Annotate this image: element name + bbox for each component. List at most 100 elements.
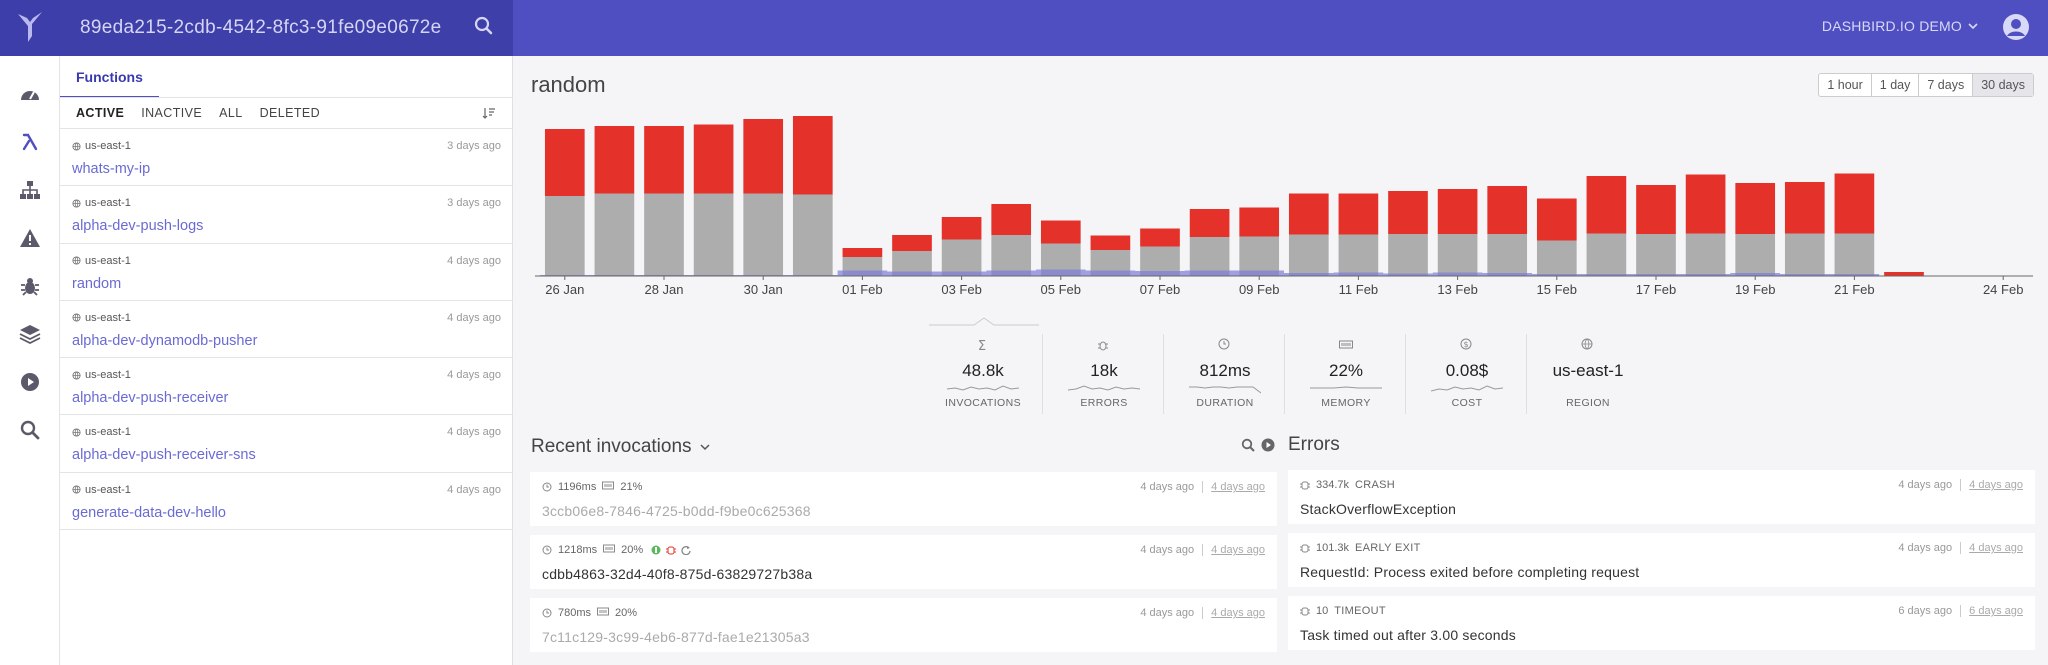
- sparkline: [1189, 386, 1261, 394]
- function-region-label: us-east-1: [85, 483, 131, 496]
- play-icon[interactable]: [1261, 438, 1275, 452]
- bar-error: [1735, 183, 1776, 234]
- function-list-item[interactable]: us-east-1 4 days ago alpha-dev-dynamodb-pu…: [60, 301, 513, 359]
- absolute-time-link[interactable]: 4 days ago: [1211, 607, 1265, 619]
- lambda-icon[interactable]: [18, 130, 42, 154]
- stat-label: ERRORS: [1080, 397, 1128, 409]
- account-menu[interactable]: DASHBIRD.IO DEMO: [1822, 18, 1978, 34]
- error-type: EARLY EXIT: [1355, 542, 1421, 554]
- function-list-item[interactable]: us-east-1 3 days ago whats-my-ip: [60, 129, 513, 187]
- range-1-hour[interactable]: 1 hour: [1819, 74, 1872, 96]
- relative-time: 6 days ago: [1898, 605, 1953, 617]
- absolute-time-link[interactable]: 4 days ago: [1969, 542, 2023, 554]
- bar-success: [693, 193, 734, 276]
- filter-active[interactable]: ACTIVE: [76, 106, 124, 120]
- filter-all[interactable]: ALL: [219, 106, 242, 120]
- function-region: us-east-1: [72, 369, 131, 381]
- invocation-card[interactable]: 780ms 20% 4 days ago 4 days ago 7c11c129-3c9…: [530, 598, 1277, 652]
- card-time: 4 days ago 4 days ago: [1898, 479, 2023, 491]
- search-icon[interactable]: [473, 15, 495, 37]
- bar-error: [544, 129, 585, 196]
- x-tick-label: 07 Feb: [1140, 282, 1180, 297]
- function-list-item[interactable]: us-east-1 3 days ago alpha-dev-push-logs: [60, 186, 513, 244]
- card-meta: 1196ms 21%: [542, 481, 642, 493]
- x-tick-label: 15 Feb: [1537, 282, 1577, 297]
- range-7-days[interactable]: 7 days: [1919, 74, 1974, 96]
- function-name-link[interactable]: whats-my-ip: [72, 161, 150, 177]
- x-tick-label: 11 Feb: [1339, 282, 1379, 297]
- bar-error: [892, 235, 932, 251]
- play-icon[interactable]: [18, 370, 42, 394]
- bar-error: [1437, 189, 1478, 234]
- main-content: random 1 hour 1 day 7 days 30 days 26 Ja…: [513, 56, 2048, 665]
- bar-error: [1288, 193, 1329, 235]
- clock-icon: [542, 608, 552, 618]
- function-list-item[interactable]: us-east-1 4 days ago alpha-dev-push-receiv…: [60, 358, 513, 416]
- bar-error: [1090, 235, 1131, 250]
- bar-success: [1636, 234, 1676, 276]
- retry-icon: [681, 546, 691, 555]
- globe-icon: [72, 485, 81, 494]
- error-card[interactable]: 334.7k CRASH 4 days ago 4 days ago StackOver…: [1288, 470, 2035, 524]
- absolute-time-link[interactable]: 4 days ago: [1211, 481, 1265, 493]
- error-type: TIMEOUT: [1334, 605, 1386, 617]
- filter-inactive[interactable]: INACTIVE: [141, 106, 202, 120]
- invocation-duration: 1218ms: [558, 544, 598, 556]
- function-list-item[interactable]: us-east-1 4 days ago random: [60, 244, 513, 301]
- bar-success: [594, 193, 635, 276]
- function-region: us-east-1: [72, 197, 131, 209]
- x-tick-label: 03 Feb: [941, 282, 981, 297]
- search-bar[interactable]: 89eda215-2cdb-4542-8fc3-91fe09e0672e: [60, 0, 513, 56]
- bar-error: [594, 126, 635, 194]
- invocation-card[interactable]: 1196ms 21% 4 days ago 4 days ago 3ccb06e8-78…: [530, 472, 1277, 526]
- function-name-link[interactable]: alpha-dev-push-receiver: [72, 390, 228, 406]
- function-name-link[interactable]: alpha-dev-push-logs: [72, 218, 203, 234]
- bar-success: [743, 193, 784, 276]
- invocation-card[interactable]: 1218ms 20% 4 days ago 4 days ago cdbb4863-32…: [530, 535, 1277, 589]
- bar-error: [1536, 198, 1577, 241]
- avatar-icon[interactable]: [2002, 13, 2030, 41]
- function-name-link[interactable]: generate-data-dev-hello: [72, 505, 226, 521]
- relative-time: 4 days ago: [1140, 607, 1195, 619]
- range-1-day[interactable]: 1 day: [1872, 74, 1920, 96]
- search-nav-icon[interactable]: [18, 418, 42, 442]
- error-card[interactable]: 101.3k EARLY EXIT 4 days ago 4 days ago Requ…: [1288, 533, 2035, 587]
- absolute-time-link[interactable]: 4 days ago: [1969, 479, 2023, 491]
- error-message: StackOverflowException: [1300, 501, 1457, 517]
- absolute-time-link[interactable]: 4 days ago: [1211, 544, 1265, 556]
- bar-error: [693, 124, 734, 194]
- function-name-link[interactable]: alpha-dev-push-receiver-sns: [72, 447, 256, 463]
- recent-invocations-header[interactable]: Recent invocations: [531, 436, 710, 458]
- filter-deleted[interactable]: DELETED: [260, 106, 320, 120]
- absolute-time-link[interactable]: 6 days ago: [1969, 605, 2023, 617]
- error-type: CRASH: [1355, 479, 1396, 491]
- function-last-seen: 4 days ago: [447, 483, 501, 496]
- search-input[interactable]: 89eda215-2cdb-4542-8fc3-91fe09e0672e: [80, 17, 465, 39]
- function-name-link[interactable]: random: [72, 276, 121, 292]
- bug-icon: [1300, 607, 1310, 616]
- tab-functions[interactable]: Functions: [60, 56, 159, 98]
- card-meta: 1218ms 20%: [542, 544, 691, 556]
- layers-icon[interactable]: [18, 322, 42, 346]
- bar-error: [1834, 173, 1875, 234]
- function-last-seen: 3 days ago: [447, 197, 501, 210]
- dashbird-logo[interactable]: [0, 0, 60, 56]
- range-30-days[interactable]: 30 days: [1973, 74, 2033, 96]
- invocation-memory: 20%: [615, 607, 638, 619]
- dashboard-icon[interactable]: [18, 82, 42, 106]
- x-tick-label: 19 Feb: [1735, 282, 1775, 297]
- error-count: 334.7k: [1316, 479, 1350, 491]
- sitemap-icon[interactable]: [18, 178, 42, 202]
- sort-icon[interactable]: [482, 107, 496, 119]
- bug-icon[interactable]: [18, 274, 42, 298]
- error-card[interactable]: 10 TIMEOUT 6 days ago 6 days ago Task timed …: [1288, 596, 2035, 650]
- function-name-link[interactable]: alpha-dev-dynamodb-pusher: [72, 333, 257, 349]
- function-list-item[interactable]: us-east-1 4 days ago alpha-dev-push-receiv…: [60, 415, 513, 473]
- bar-error: [1388, 191, 1428, 234]
- search-icon[interactable]: [1241, 438, 1255, 452]
- stat-divider: [1042, 334, 1043, 414]
- function-list-item[interactable]: us-east-1 4 days ago generate-data-dev-hel…: [60, 473, 513, 531]
- stats-row: Σ 48.8k INVOCATIONS 18k ERRORS 812ms DURATION 2…: [923, 317, 1643, 428]
- alert-icon[interactable]: [18, 226, 42, 250]
- functions-panel: Functions ACTIVE INACTIVE ALL DELETED us…: [60, 56, 513, 665]
